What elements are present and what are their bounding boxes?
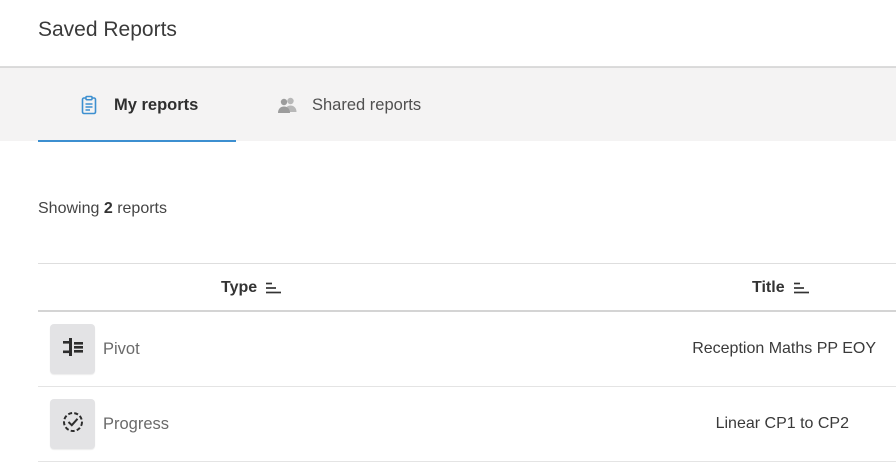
tab-shared-reports[interactable]: Shared reports (276, 68, 421, 142)
summary-suffix: reports (117, 200, 167, 217)
progress-icon (61, 410, 85, 439)
type-badge (50, 324, 95, 374)
title-cell[interactable]: Reception Maths PP EOY (676, 312, 876, 386)
column-header-type[interactable]: Type (221, 264, 282, 311)
column-header-title[interactable]: Title (752, 264, 810, 311)
table-row[interactable]: Progress Linear CP1 to CP2 (38, 387, 896, 462)
saved-reports-page: Saved Reports My reports Shared reports … (0, 0, 896, 462)
type-label: Progress (103, 414, 170, 433)
table-row[interactable]: Pivot Reception Maths PP EOY (38, 312, 896, 387)
title-cell[interactable]: Linear CP1 to CP2 (669, 387, 849, 461)
tab-bar: My reports Shared reports (0, 67, 896, 142)
sort-icon (266, 282, 282, 294)
reports-table: Type Title Pivot Reception Maths PP EOY … (38, 263, 896, 462)
table-header: Type Title (38, 263, 896, 312)
tab-shared-reports-label: Shared reports (312, 95, 422, 114)
type-badge (50, 399, 95, 449)
people-icon (276, 94, 298, 116)
clipboard-icon (78, 94, 100, 116)
type-cell: Pivot (50, 324, 140, 374)
pivot-icon (62, 336, 84, 363)
tab-my-reports-label: My reports (114, 95, 199, 114)
header: Saved Reports (0, 0, 896, 67)
column-header-type-label: Type (221, 278, 258, 296)
summary-prefix: Showing (38, 200, 100, 217)
type-cell: Progress (50, 399, 169, 449)
tab-my-reports[interactable]: My reports (38, 68, 236, 142)
summary-count: 2 (103, 200, 113, 217)
results-summary: Showing 2 reports (38, 200, 167, 218)
type-label: Pivot (103, 339, 140, 358)
sort-icon (793, 282, 810, 294)
page-title: Saved Reports (38, 18, 177, 41)
column-header-title-label: Title (752, 278, 785, 296)
